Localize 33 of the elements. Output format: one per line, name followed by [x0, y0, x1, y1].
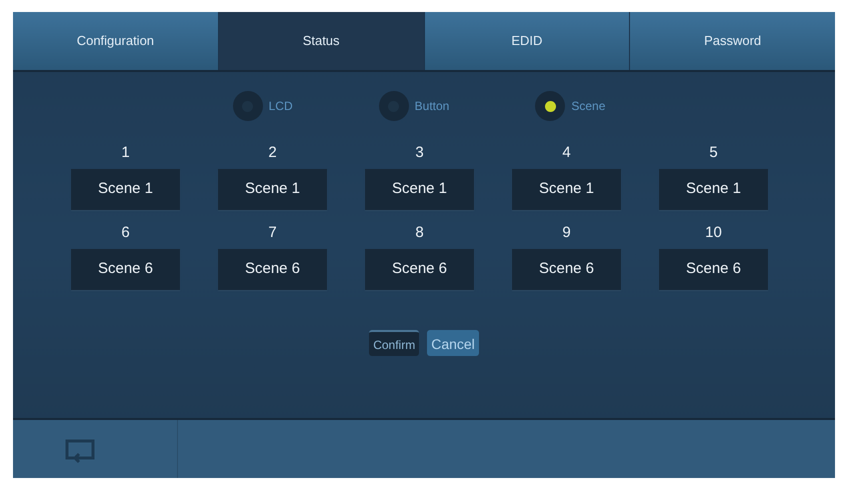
- radio-button[interactable]: [378, 91, 409, 121]
- scene-field[interactable]: Scene 1: [218, 169, 327, 210]
- slot-number: 2: [268, 144, 277, 161]
- scene-field[interactable]: Scene 1: [659, 169, 768, 210]
- slot-number: 9: [562, 224, 571, 241]
- tab[interactable]: EDID: [424, 12, 630, 70]
- scene-field[interactable]: Scene 6: [218, 249, 327, 290]
- scene-field[interactable]: Scene 1: [512, 169, 621, 210]
- tab[interactable]: Password: [630, 12, 835, 70]
- scene-field[interactable]: Scene 6: [659, 249, 768, 290]
- slot-number: 5: [709, 144, 718, 161]
- scene-field[interactable]: Scene 6: [365, 249, 474, 290]
- scene-field[interactable]: Scene 6: [512, 249, 621, 290]
- slot-number: 1: [121, 144, 130, 161]
- radio-label[interactable]: Scene: [571, 97, 606, 115]
- slot-number: 3: [415, 144, 424, 161]
- radio-button[interactable]: [535, 91, 566, 121]
- return-icon[interactable]: [64, 438, 96, 464]
- slot-number: 8: [415, 224, 424, 241]
- confirm-button[interactable]: Confirm: [369, 330, 420, 356]
- slot-number: 6: [121, 224, 130, 241]
- slot-number: 10: [705, 224, 722, 241]
- radio-button[interactable]: [232, 91, 263, 121]
- slot-number: 4: [562, 144, 571, 161]
- slot-number: 7: [268, 224, 277, 241]
- scene-field[interactable]: Scene 1: [71, 169, 180, 210]
- radio-label[interactable]: Button: [414, 97, 450, 115]
- scene-field[interactable]: Scene 6: [71, 249, 180, 290]
- radio-label[interactable]: LCD: [268, 97, 293, 115]
- scene-field[interactable]: Scene 1: [365, 169, 474, 210]
- tab[interactable]: Configuration: [13, 12, 219, 70]
- tab[interactable]: Status: [218, 12, 424, 70]
- cancel-button[interactable]: Cancel: [427, 330, 479, 356]
